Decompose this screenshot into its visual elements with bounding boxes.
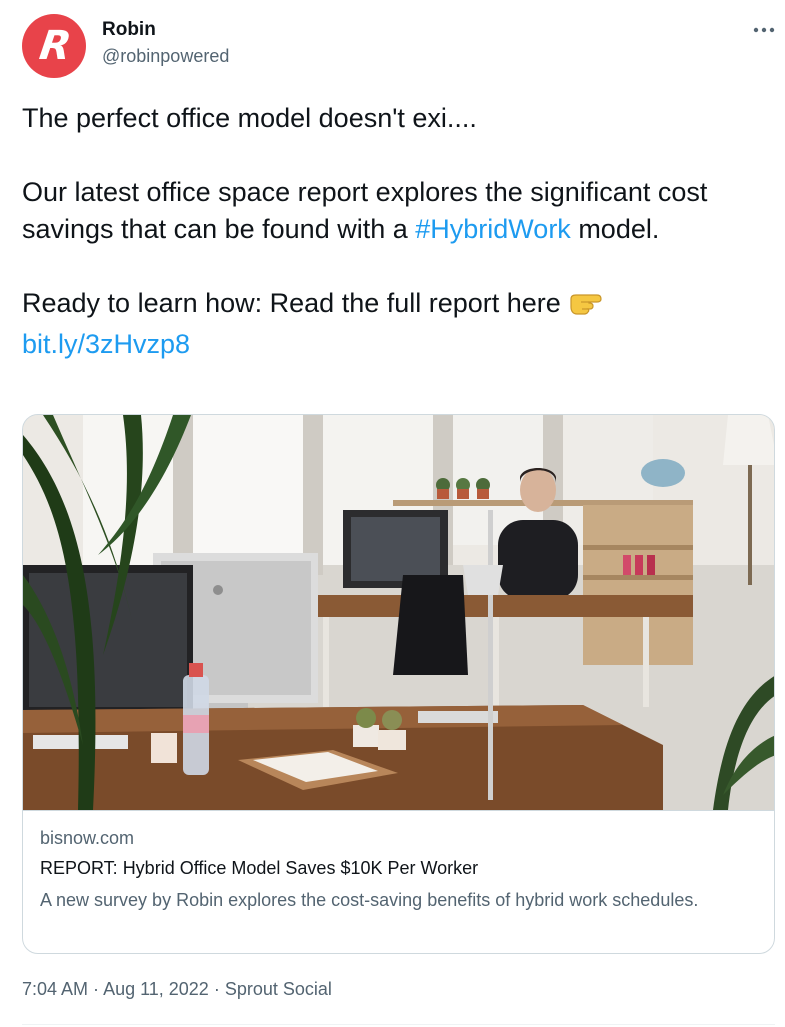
meta-separator: ·	[208, 979, 225, 999]
avatar-logo-letter: R	[36, 23, 72, 69]
author-handle[interactable]: @robinpowered	[102, 46, 229, 67]
report-short-link[interactable]: bit.ly/3zHvzp8	[22, 329, 190, 359]
link-preview-card[interactable]: bisnow.com REPORT: Hybrid Office Model S…	[22, 414, 775, 954]
avatar[interactable]: R	[22, 14, 86, 78]
divider	[22, 1024, 775, 1025]
tweet-date[interactable]: Aug 11, 2022	[103, 979, 209, 999]
tweet: R Robin @robinpowered The perfect office…	[0, 0, 785, 1027]
card-domain: bisnow.com	[40, 828, 135, 848]
more-options-button[interactable]	[748, 18, 780, 42]
tweet-text: The perfect office model doesn't exi....…	[22, 100, 767, 363]
tweet-paragraph-3: Ready to learn how: Read the full report…	[22, 285, 767, 326]
tweet-line-1: The perfect office model doesn't exi....	[22, 103, 477, 133]
more-horizontal-icon	[753, 27, 775, 33]
tweet-paragraph-3-text: Ready to learn how: Read the full report…	[22, 288, 561, 318]
office-photo-illustration	[23, 415, 774, 810]
tweet-time[interactable]: 7:04 AM	[22, 979, 88, 999]
tweet-link-paragraph: bit.ly/3zHvzp8	[22, 326, 767, 363]
meta-separator: ·	[88, 979, 104, 999]
author-display-name[interactable]: Robin	[102, 19, 156, 41]
card-image-office-photo	[23, 415, 774, 811]
card-description: A new survey by Robin explores the cost-…	[40, 890, 699, 910]
backhand-index-pointing-right-icon	[567, 289, 607, 326]
tweet-paragraph-2: Our latest office space report explores …	[22, 174, 767, 248]
card-title: REPORT: Hybrid Office Model Saves $10K P…	[40, 858, 479, 878]
tweet-paragraph-2-end: model.	[570, 214, 660, 244]
tweet-metadata: 7:04 AM · Aug 11, 2022 · Sprout Social	[22, 979, 332, 1000]
tweet-source[interactable]: Sprout Social	[225, 979, 332, 999]
hashtag-link[interactable]: #HybridWork	[415, 214, 571, 244]
